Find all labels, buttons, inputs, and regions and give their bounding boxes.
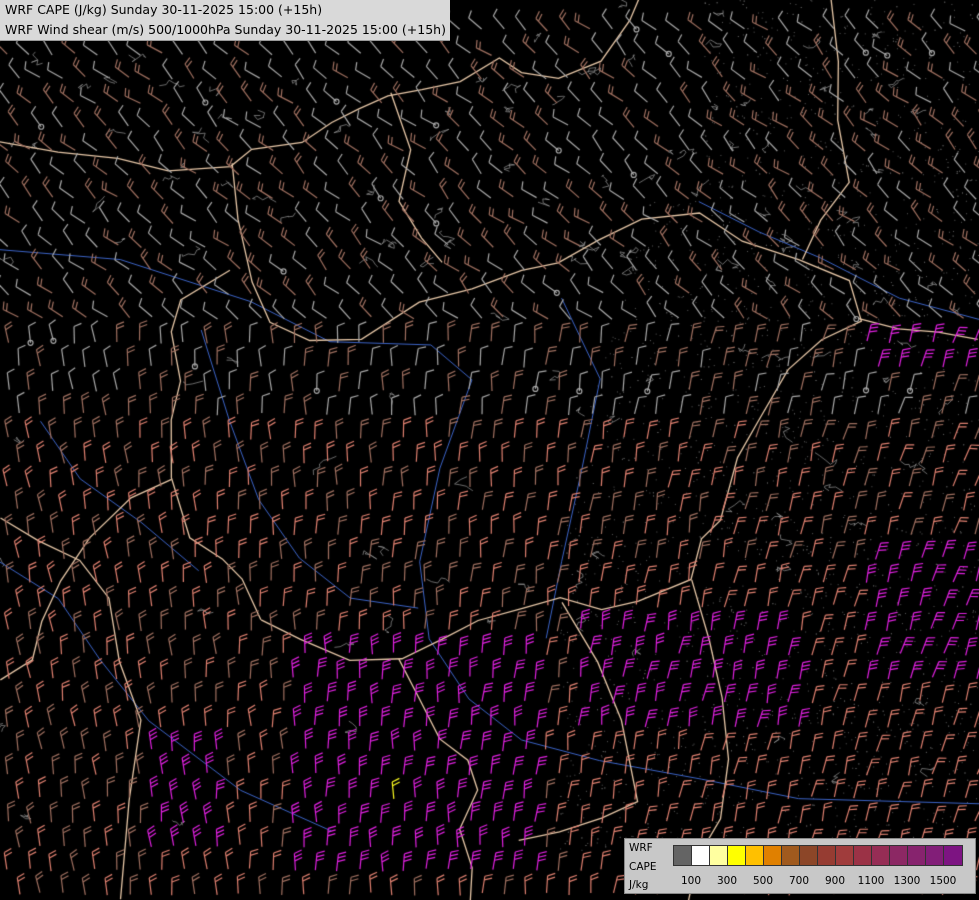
wind-shear-title: WRF Wind shear (m/s) 500/1000hPa Sunday … [5, 22, 446, 37]
legend-tick-label: 1300 [893, 875, 921, 887]
map-title-box: WRF CAPE (J/kg) Sunday 30-11-2025 15:00 … [0, 0, 450, 41]
legend-tick-label: 1500 [929, 875, 957, 887]
legend-swatch [674, 846, 692, 865]
legend-swatch [764, 846, 782, 865]
legend-swatch [890, 846, 908, 865]
legend-swatch [854, 846, 872, 865]
legend-tick-label: 1100 [857, 875, 885, 887]
legend-tick-label: 300 [716, 875, 738, 887]
cape-legend: WRF CAPE J/kg 100 300 500 700 900 1100 1300 150… [624, 838, 976, 894]
legend-tick-label: 700 [788, 875, 810, 887]
legend-swatch [872, 846, 890, 865]
legend-swatch [926, 846, 944, 865]
legend-swatch [908, 846, 926, 865]
legend-swatch [728, 846, 746, 865]
legend-model-label: WRF [629, 842, 653, 854]
legend-unit-label: J/kg [629, 879, 649, 891]
legend-swatch [818, 846, 836, 865]
legend-swatch [836, 846, 854, 865]
legend-variable-label: CAPE [629, 861, 657, 873]
legend-color-scale [673, 845, 963, 866]
cape-wind-shear-map [0, 0, 979, 900]
legend-tick-label: 100 [680, 875, 702, 887]
legend-tick-labels: 100 300 500 700 900 1100 1300 1500 [673, 875, 973, 889]
cape-title: WRF CAPE (J/kg) Sunday 30-11-2025 15:00 … [5, 2, 323, 17]
legend-swatch [944, 846, 962, 865]
legend-tick-label: 500 [752, 875, 774, 887]
legend-swatch [746, 846, 764, 865]
legend-swatch [710, 846, 728, 865]
legend-swatch [800, 846, 818, 865]
legend-tick-label: 900 [824, 875, 846, 887]
legend-swatch [782, 846, 800, 865]
legend-swatch [692, 846, 710, 865]
